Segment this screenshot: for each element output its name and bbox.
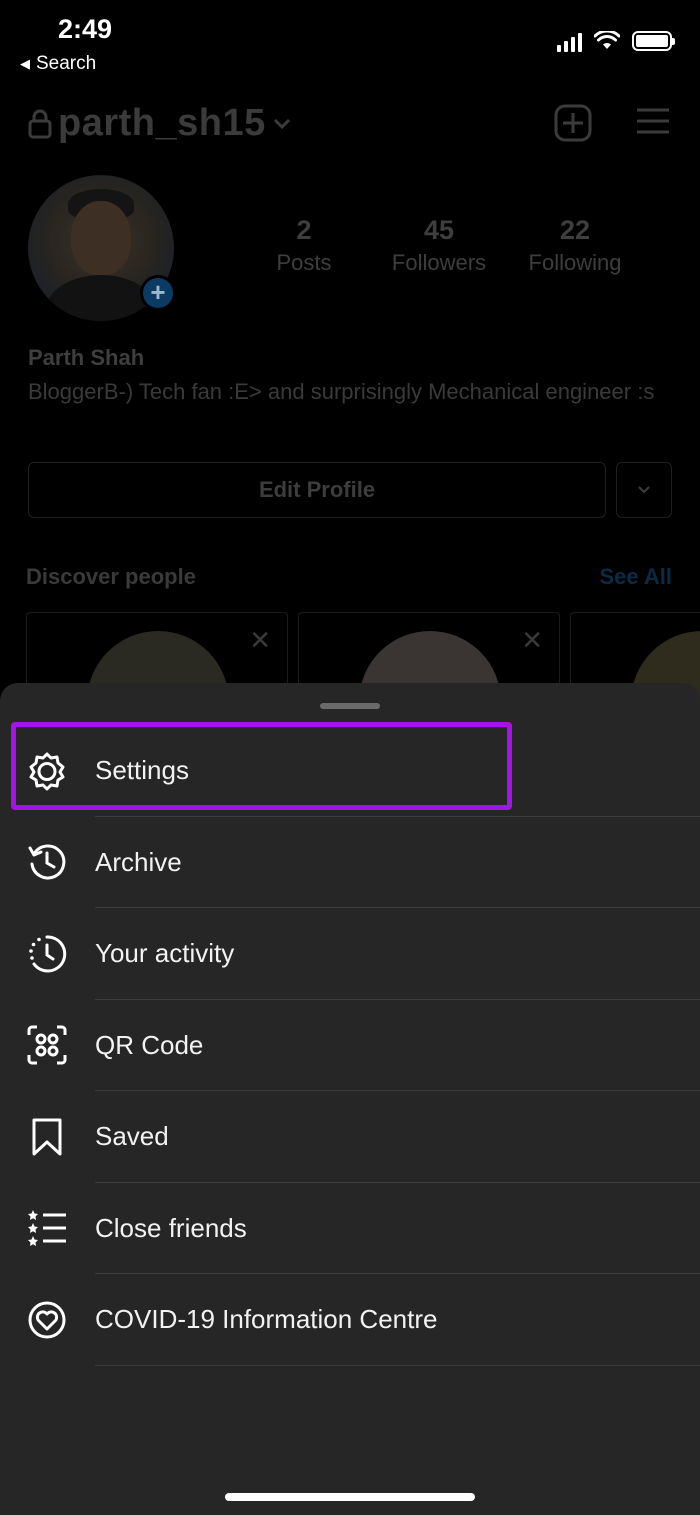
menu-item-label: Archive [95, 846, 182, 877]
add-story-plus-icon[interactable]: + [140, 275, 176, 311]
status-time: 2:49 [58, 14, 113, 44]
covid-heart-icon [26, 1299, 68, 1341]
profile-background: parth_sh15 + 2 Posts 45 Followers 22 Fol [0, 80, 700, 712]
see-all-link[interactable]: See All [599, 564, 672, 590]
stat-number: 2 [296, 215, 312, 245]
suggested-dropdown-button[interactable] [616, 462, 672, 518]
cellular-signal-icon [557, 30, 582, 52]
back-to-search-link[interactable]: ◀ Search [20, 53, 96, 75]
menu-item-covid-info[interactable]: COVID-19 Information Centre [0, 1274, 700, 1366]
sheet-menu: Settings Archive Your activity QR Code S… [0, 725, 700, 1366]
back-triangle-icon: ◀ [20, 56, 30, 71]
account-switcher[interactable]: parth_sh15 [28, 102, 292, 145]
lock-icon [28, 109, 52, 138]
hamburger-menu-icon[interactable] [636, 104, 670, 138]
discover-people-title: Discover people [26, 564, 196, 589]
stat-label: Followers [391, 250, 487, 275]
chevron-down-icon [273, 118, 290, 129]
stat-label: Posts [276, 250, 332, 275]
menu-item-archive[interactable]: Archive [0, 817, 700, 908]
stat-posts[interactable]: 2 Posts [254, 215, 354, 276]
sheet-grabber-handle[interactable] [320, 703, 380, 709]
stat-followers[interactable]: 45 Followers [380, 215, 498, 276]
stat-label: Following [528, 250, 622, 275]
menu-item-label: Settings [95, 755, 189, 786]
new-post-plus-icon[interactable] [554, 104, 592, 142]
profile-display-name: Parth Shah [28, 345, 145, 370]
menu-item-label: Saved [95, 1121, 169, 1152]
archive-history-icon [26, 841, 68, 883]
status-icons [557, 30, 675, 52]
menu-item-saved[interactable]: Saved [0, 1091, 700, 1183]
menu-item-qr-code[interactable]: QR Code [0, 1000, 700, 1091]
activity-clock-icon [26, 933, 68, 975]
dismiss-close-icon[interactable]: ✕ [249, 625, 271, 656]
profile-bio: BloggerB-) Tech fan :E> and surprisingly… [28, 379, 655, 404]
menu-item-your-activity[interactable]: Your activity [0, 908, 700, 1000]
status-bar: 2:49 ◀ Search [0, 0, 700, 80]
profile-avatar[interactable]: + [28, 175, 176, 321]
profile-menu-sheet: Settings Archive Your activity QR Code S… [0, 683, 700, 1515]
stat-number: 22 [559, 215, 591, 245]
edit-profile-button[interactable]: Edit Profile [28, 462, 606, 518]
settings-gear-icon [26, 750, 68, 792]
menu-item-label: Close friends [95, 1212, 247, 1243]
menu-item-settings[interactable]: Settings [0, 725, 700, 817]
dismiss-close-icon[interactable]: ✕ [521, 625, 543, 656]
menu-item-label: Your activity [95, 938, 235, 969]
menu-item-close-friends[interactable]: Close friends [0, 1183, 700, 1274]
chevron-down-icon [638, 486, 650, 494]
bookmark-icon [26, 1116, 68, 1158]
battery-icon [632, 31, 675, 51]
close-friends-list-icon [26, 1207, 68, 1249]
profile-username: parth_sh15 [58, 102, 266, 144]
qr-code-icon [26, 1024, 68, 1066]
stat-following[interactable]: 22 Following [518, 215, 632, 276]
stat-number: 45 [423, 215, 455, 245]
back-search-label: Search [36, 53, 97, 74]
home-indicator[interactable] [225, 1493, 475, 1501]
menu-item-label: QR Code [95, 1029, 204, 1060]
header-actions [554, 104, 670, 142]
menu-item-label: COVID-19 Information Centre [95, 1304, 438, 1335]
wifi-icon [594, 31, 620, 49]
